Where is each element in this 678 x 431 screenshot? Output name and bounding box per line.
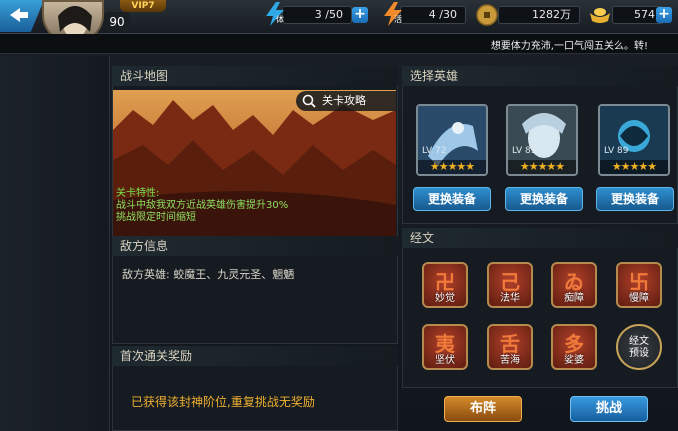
stamina-label: 体	[276, 15, 284, 24]
hero-stars: ★★★★★	[418, 160, 486, 174]
coin-value: 1282万	[498, 6, 580, 24]
battle-map-title: 战斗地图	[112, 66, 398, 86]
enemy-info-title: 敌方信息	[112, 236, 398, 256]
first-reward-text: 已获得该封神阶位,重复挑战无奖励	[131, 395, 315, 409]
announcement-text: 想要体力充沛,一口气闯五关么。转!	[490, 41, 648, 52]
stamina-resource: 3 /50 + 体	[264, 2, 372, 26]
sutra-name: 妙觉	[435, 293, 455, 304]
ingot-add-button[interactable]: +	[656, 7, 672, 23]
energy-label: 活	[394, 15, 402, 24]
first-reward-title: 首次通关奖励	[112, 346, 398, 366]
sutra-name: 坚伏	[435, 355, 455, 366]
sutra-slot[interactable]: 舌 苦海	[487, 324, 533, 370]
strategy-button[interactable]: 关卡攻略	[296, 91, 396, 111]
top-bar: VIP7 90 3 /50 + 体 4 /30 活 1282万 574 +	[0, 0, 678, 44]
ingot-resource: 574 +	[590, 4, 674, 26]
change-equipment-button[interactable]: 更换装备	[413, 187, 491, 211]
select-hero-title: 选择英雄	[402, 66, 678, 86]
sutra-slot[interactable]: 多 娑婆	[551, 324, 597, 370]
announcement-bar: 想要体力充沛,一口气闯五关么。转!	[0, 34, 678, 54]
challenge-button[interactable]: 挑战	[570, 396, 648, 422]
back-button[interactable]	[0, 0, 44, 32]
hero-card[interactable]: LV 72 ★★★★★	[416, 104, 488, 176]
stamina-add-button[interactable]: +	[352, 7, 368, 23]
sutra-slot[interactable]: 卍 妙觉	[422, 262, 468, 308]
magnifier-icon	[302, 94, 316, 108]
player-level: 90	[104, 12, 130, 32]
hero-card[interactable]: LV 89 ★★★★★	[506, 104, 578, 176]
sutra-preset-button[interactable]: 经文 预设	[616, 324, 662, 370]
preset-line-1: 经文	[629, 336, 649, 347]
hero-level: LV 89	[604, 146, 629, 156]
left-side-panel	[0, 56, 110, 431]
sutra-slot[interactable]: ゐ 痴障	[551, 262, 597, 308]
energy-resource: 4 /30 活	[382, 2, 468, 26]
sutra-slot[interactable]: 卐 慢障	[616, 262, 662, 308]
sutra-name: 娑婆	[564, 355, 584, 366]
stamina-value: 3 /50	[282, 6, 352, 24]
back-arrow-icon	[10, 8, 28, 22]
feature-title: 关卡特性:	[116, 188, 160, 199]
change-equipment-button[interactable]: 更换装备	[596, 187, 674, 211]
coin-icon	[476, 4, 498, 26]
energy-value: 4 /30	[400, 6, 466, 24]
hero-stars: ★★★★★	[508, 160, 576, 174]
hero-level: LV 89	[512, 146, 537, 156]
feature-line-2: 挑战限定时间缩短	[116, 212, 196, 223]
feature-line-1: 战斗中敌我双方近战英雄伤害提升30%	[116, 200, 289, 211]
change-equipment-button[interactable]: 更换装备	[505, 187, 583, 211]
sutra-slot[interactable]: 己 法华	[487, 262, 533, 308]
stage: VIP7 90 3 /50 + 体 4 /30 活 1282万 574 + 想要…	[0, 0, 678, 431]
gold-ingot-icon	[590, 8, 610, 23]
hero-level: LV 72	[422, 146, 447, 156]
sutra-slot[interactable]: 夷 坚伏	[422, 324, 468, 370]
sutra-name: 痴障	[564, 293, 584, 304]
sutra-name: 法华	[500, 293, 520, 304]
sutra-title: 经文	[402, 228, 678, 248]
hero-card[interactable]: LV 89 ★★★★★	[598, 104, 670, 176]
enemy-heroes-text: 敌方英雄: 蛟魔王、九灵元圣、魍魉	[122, 268, 295, 281]
preset-line-2: 预设	[629, 348, 649, 359]
strategy-button-label: 关卡攻略	[322, 94, 366, 107]
coin-resource: 1282万	[476, 4, 582, 26]
sutra-name: 慢障	[629, 293, 649, 304]
formation-button[interactable]: 布阵	[444, 396, 522, 422]
vip-badge: VIP7	[120, 0, 166, 12]
sutra-name: 苦海	[500, 355, 520, 366]
stage-features: 关卡特性: 战斗中敌我双方近战英雄伤害提升30% 挑战限定时间缩短	[116, 188, 288, 224]
hero-stars: ★★★★★	[600, 160, 668, 174]
